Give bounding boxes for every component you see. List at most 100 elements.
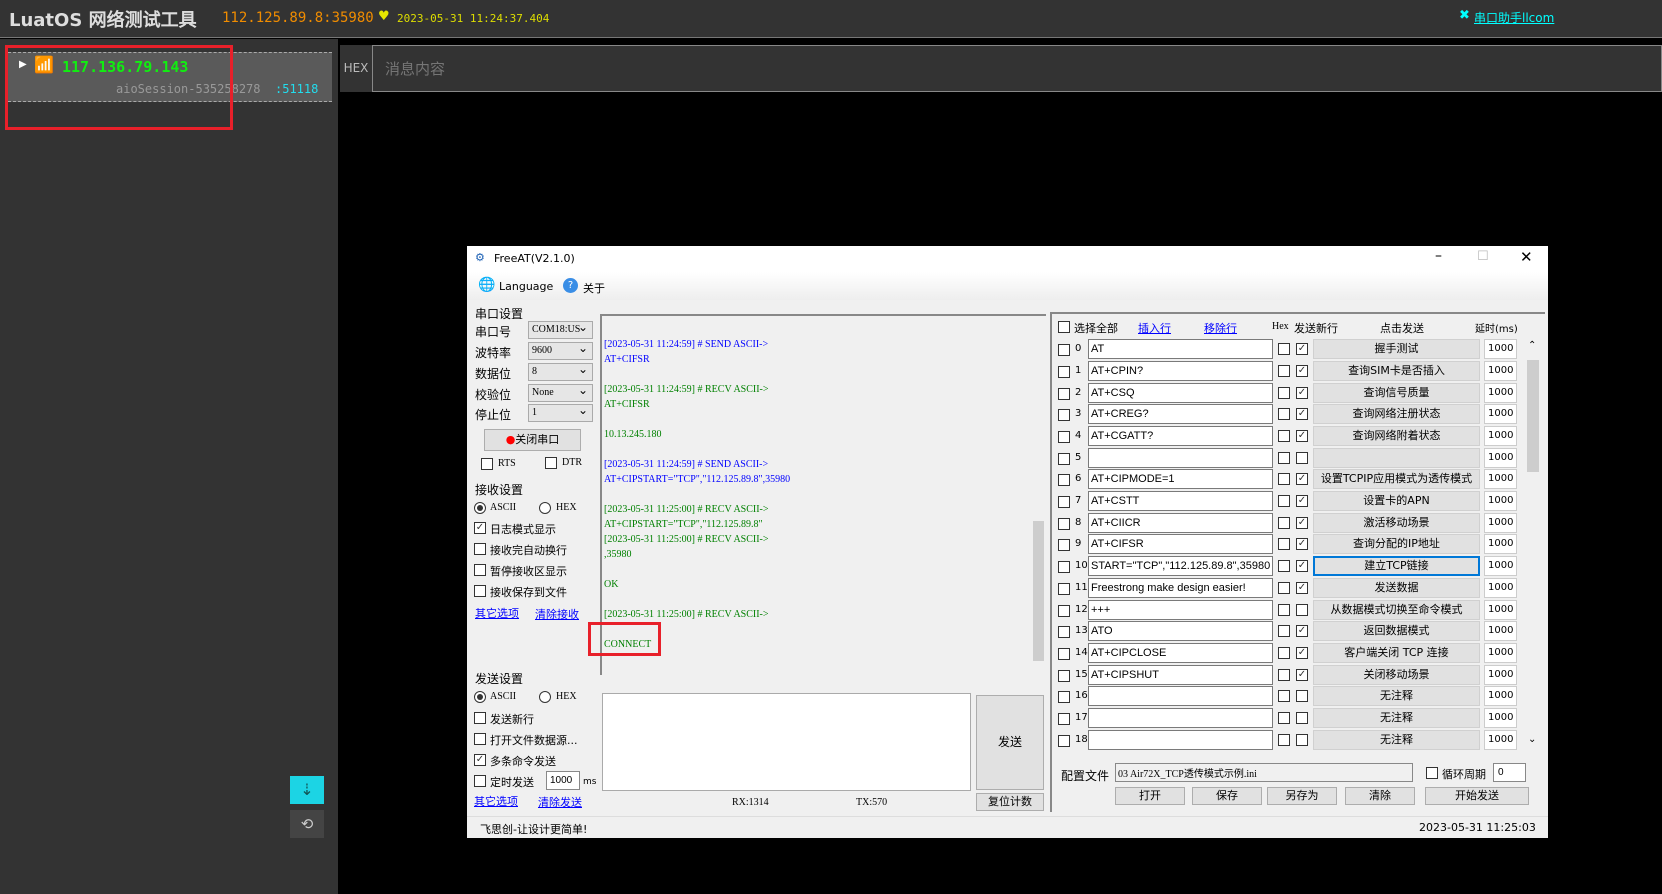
row-select-checkbox[interactable] <box>1058 453 1070 465</box>
command-input[interactable]: AT+CIFSR <box>1088 534 1273 554</box>
row-select-checkbox[interactable] <box>1058 670 1070 682</box>
delay-input[interactable]: 1000 <box>1484 686 1517 706</box>
start-send-button[interactable]: 开始发送 <box>1425 787 1529 805</box>
delay-input[interactable]: 1000 <box>1484 383 1517 403</box>
save-file-checkbox[interactable] <box>474 585 486 597</box>
command-input[interactable]: AT+CIICR <box>1088 513 1273 533</box>
row-select-checkbox[interactable] <box>1058 583 1070 595</box>
delay-input[interactable]: 1000 <box>1484 448 1517 468</box>
row-hex-checkbox[interactable] <box>1278 582 1290 594</box>
command-send-button[interactable]: 发送数据 <box>1313 578 1480 598</box>
delay-input[interactable]: 1000 <box>1484 534 1517 554</box>
pause-checkbox[interactable] <box>474 564 486 576</box>
timer-input[interactable] <box>546 771 580 790</box>
row-select-checkbox[interactable] <box>1058 735 1070 747</box>
command-send-button[interactable]: 查询分配的IP地址 <box>1313 534 1480 554</box>
row-select-checkbox[interactable] <box>1058 648 1070 660</box>
log-scrollbar[interactable] <box>1031 316 1046 675</box>
command-send-button[interactable]: 无注释 <box>1313 708 1480 728</box>
send-newline-checkbox[interactable] <box>474 712 486 724</box>
row-hex-checkbox[interactable] <box>1278 408 1290 420</box>
command-input[interactable]: START="TCP","112.125.89.8",35980 <box>1088 556 1273 576</box>
row-newline-checkbox[interactable]: ✓ <box>1296 538 1308 550</box>
loop-input[interactable] <box>1493 763 1526 782</box>
row-select-checkbox[interactable] <box>1058 474 1070 486</box>
row-hex-checkbox[interactable] <box>1278 669 1290 681</box>
delay-input[interactable]: 1000 <box>1484 578 1517 598</box>
command-input[interactable]: AT <box>1088 339 1273 359</box>
row-newline-checkbox[interactable] <box>1296 690 1308 702</box>
command-input[interactable] <box>1088 448 1273 468</box>
auto-newline-checkbox[interactable] <box>474 543 486 555</box>
scroll-bottom-button[interactable]: ⇣ <box>290 776 324 804</box>
send-more-link[interactable]: 其它选项 <box>474 793 518 809</box>
row-select-checkbox[interactable] <box>1058 713 1070 725</box>
remove-row-link[interactable]: 移除行 <box>1204 320 1237 336</box>
row-hex-checkbox[interactable] <box>1278 343 1290 355</box>
maximize-button[interactable]: ☐ <box>1477 249 1489 264</box>
row-select-checkbox[interactable] <box>1058 691 1070 703</box>
row-newline-checkbox[interactable] <box>1296 712 1308 724</box>
delay-input[interactable]: 1000 <box>1484 556 1517 576</box>
command-input[interactable]: Freestrong make design easier! <box>1088 578 1273 598</box>
reset-count-button[interactable]: 复位计数 <box>976 793 1044 811</box>
port-select[interactable]: COM18:US <box>528 319 593 339</box>
row-newline-checkbox[interactable]: ✓ <box>1296 647 1308 659</box>
command-send-button[interactable]: 设置TCPIP应用模式为透传模式 <box>1313 469 1480 489</box>
command-input[interactable]: AT+CSQ <box>1088 383 1273 403</box>
command-send-button[interactable]: 无注释 <box>1313 686 1480 706</box>
command-send-button[interactable]: 查询网络注册状态 <box>1313 404 1480 424</box>
receive-log[interactable]: [2023-05-31 11:24:59] # SEND ASCII-> AT+C… <box>600 314 1046 675</box>
language-menu[interactable]: Language <box>499 280 553 293</box>
command-send-button[interactable]: 返回数据模式 <box>1313 621 1480 641</box>
delay-input[interactable]: 1000 <box>1484 469 1517 489</box>
command-send-button[interactable]: 客户端关闭 TCP 连接 <box>1313 643 1480 663</box>
about-menu[interactable]: 关于 <box>583 280 605 296</box>
delay-input[interactable]: 1000 <box>1484 426 1517 446</box>
clear-button[interactable]: 清除 <box>1345 787 1415 805</box>
close-button[interactable]: ✕ <box>1520 248 1533 266</box>
command-input[interactable]: AT+CIPSHUT <box>1088 665 1273 685</box>
command-input[interactable]: ATO <box>1088 621 1273 641</box>
delay-input[interactable]: 1000 <box>1484 361 1517 381</box>
row-hex-checkbox[interactable] <box>1278 690 1290 702</box>
clear-recv-link[interactable]: 清除接收 <box>535 606 579 622</box>
row-hex-checkbox[interactable] <box>1278 560 1290 572</box>
row-newline-checkbox[interactable] <box>1296 604 1308 616</box>
row-select-checkbox[interactable] <box>1058 561 1070 573</box>
command-input[interactable] <box>1088 708 1273 728</box>
command-send-button[interactable]: 查询网络附着状态 <box>1313 426 1480 446</box>
command-input[interactable]: AT+CIPCLOSE <box>1088 643 1273 663</box>
row-select-checkbox[interactable] <box>1058 626 1070 638</box>
row-select-checkbox[interactable] <box>1058 366 1070 378</box>
delay-input[interactable]: 1000 <box>1484 730 1517 750</box>
row-select-checkbox[interactable] <box>1058 431 1070 443</box>
row-hex-checkbox[interactable] <box>1278 452 1290 464</box>
log-scroll-thumb[interactable] <box>1033 521 1044 661</box>
delay-input[interactable]: 1000 <box>1484 665 1517 685</box>
row-select-checkbox[interactable] <box>1058 539 1070 551</box>
llcom-link[interactable]: 串口助手llcom <box>1474 9 1554 26</box>
row-newline-checkbox[interactable]: ✓ <box>1296 343 1308 355</box>
send-button[interactable]: 发送 <box>976 695 1044 790</box>
row-newline-checkbox[interactable]: ✓ <box>1296 473 1308 485</box>
commands-scroll-thumb[interactable] <box>1527 360 1539 472</box>
row-hex-checkbox[interactable] <box>1278 712 1290 724</box>
row-hex-checkbox[interactable] <box>1278 538 1290 550</box>
delay-input[interactable]: 1000 <box>1484 339 1517 359</box>
row-newline-checkbox[interactable]: ✓ <box>1296 560 1308 572</box>
delay-input[interactable]: 1000 <box>1484 513 1517 533</box>
row-newline-checkbox[interactable] <box>1296 734 1308 746</box>
clear-send-link[interactable]: 清除发送 <box>538 794 582 810</box>
row-hex-checkbox[interactable] <box>1278 473 1290 485</box>
baud-select[interactable]: 9600 <box>528 340 593 360</box>
row-select-checkbox[interactable] <box>1058 518 1070 530</box>
stopbits-select[interactable]: 1 <box>528 402 593 422</box>
command-input[interactable]: AT+CREG? <box>1088 404 1273 424</box>
send-textarea[interactable] <box>602 693 971 791</box>
delay-input[interactable]: 1000 <box>1484 621 1517 641</box>
delay-input[interactable]: 1000 <box>1484 600 1517 620</box>
recv-ascii-radio[interactable] <box>474 502 486 514</box>
row-select-checkbox[interactable] <box>1058 496 1070 508</box>
row-hex-checkbox[interactable] <box>1278 387 1290 399</box>
